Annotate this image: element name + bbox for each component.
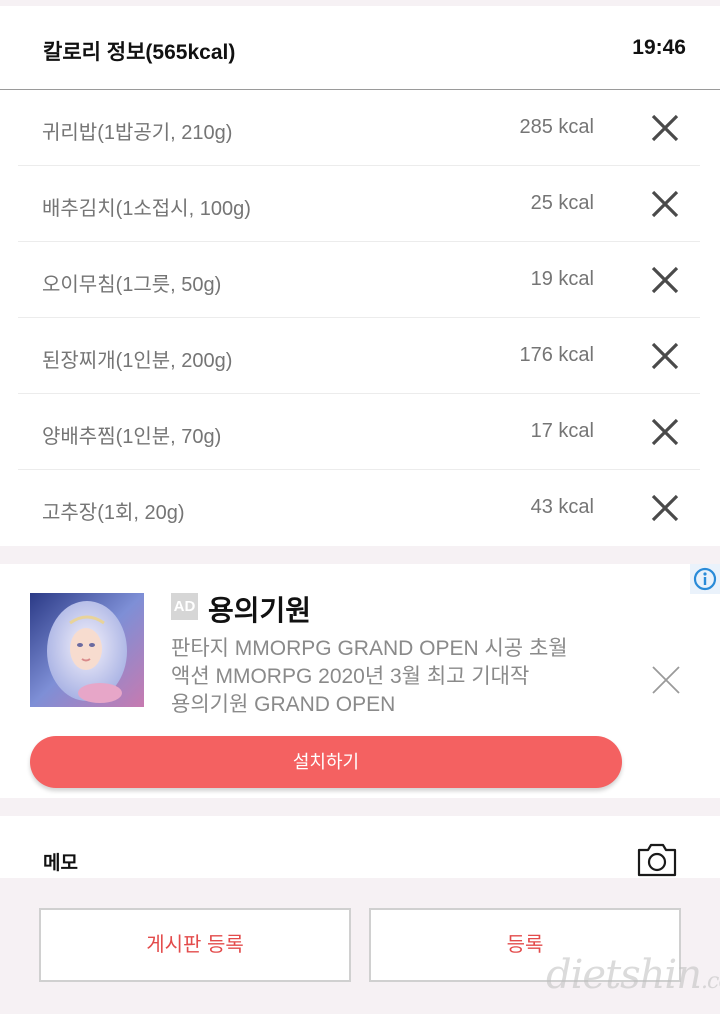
food-name: 고추장(1회, 20g) (42, 502, 185, 524)
ad-title[interactable]: 용의기원 (208, 589, 311, 629)
memo-section: 메모 (0, 816, 720, 878)
watermark-text: dietshin (546, 952, 702, 998)
delete-food-icon[interactable] (648, 339, 682, 373)
food-kcal: 176 kcal (519, 344, 595, 366)
food-name: 양배추찜(1인분, 70g) (42, 426, 222, 448)
delete-food-icon[interactable] (648, 415, 682, 449)
food-kcal: 19 kcal (530, 268, 594, 290)
ad-description-line: 용의기원 GRAND OPEN (171, 693, 396, 716)
food-kcal: 17 kcal (530, 420, 594, 442)
header-bar: 칼로리 정보(565kcal) 19:46 (0, 6, 720, 90)
food-kcal: 285 kcal (519, 116, 595, 138)
food-name: 된장찌개(1인분, 200g) (42, 350, 233, 372)
food-row: 배추김치(1소접시, 100g) 25 kcal (18, 166, 700, 242)
food-kcal: 25 kcal (530, 192, 594, 214)
install-button[interactable]: 설치하기 (30, 736, 622, 788)
watermark-suffix: .com (701, 969, 720, 994)
ad-banner[interactable]: AD 용의기원 판타지 MMORPG GRAND OPEN 시공 초월 액션 M… (0, 564, 720, 798)
meal-time[interactable]: 19:46 (632, 36, 686, 60)
ad-badge: AD (171, 593, 198, 620)
info-icon[interactable] (690, 564, 720, 594)
close-ad-icon[interactable] (650, 664, 682, 696)
camera-icon[interactable] (636, 840, 678, 878)
ad-description-line: 액션 MMORPG 2020년 3월 최고 기대작 (171, 665, 530, 688)
memo-label: 메모 (43, 853, 78, 874)
food-kcal: 43 kcal (530, 496, 594, 518)
food-name: 오이무침(1그릇, 50g) (42, 274, 222, 296)
food-row: 오이무침(1그릇, 50g) 19 kcal (18, 242, 700, 318)
food-row: 된장찌개(1인분, 200g) 176 kcal (18, 318, 700, 394)
delete-food-icon[interactable] (648, 263, 682, 297)
ad-thumbnail-image[interactable] (30, 593, 144, 707)
food-row: 귀리밥(1밥공기, 210g) 285 kcal (18, 90, 700, 166)
delete-food-icon[interactable] (648, 491, 682, 525)
ad-description-line: 판타지 MMORPG GRAND OPEN 시공 초월 (171, 637, 568, 660)
watermark-logo: dietshin.com (546, 952, 720, 998)
food-row: 양배추찜(1인분, 70g) 17 kcal (18, 394, 700, 470)
board-register-button[interactable]: 게시판 등록 (39, 908, 351, 982)
delete-food-icon[interactable] (648, 111, 682, 145)
delete-food-icon[interactable] (648, 187, 682, 221)
food-name: 귀리밥(1밥공기, 210g) (42, 122, 233, 144)
page-title: 칼로리 정보(565kcal) (43, 41, 236, 64)
food-name: 배추김치(1소접시, 100g) (42, 198, 251, 220)
food-row: 고추장(1회, 20g) 43 kcal (18, 470, 700, 545)
food-list: 귀리밥(1밥공기, 210g) 285 kcal 배추김치(1소접시, 100g… (0, 90, 720, 546)
